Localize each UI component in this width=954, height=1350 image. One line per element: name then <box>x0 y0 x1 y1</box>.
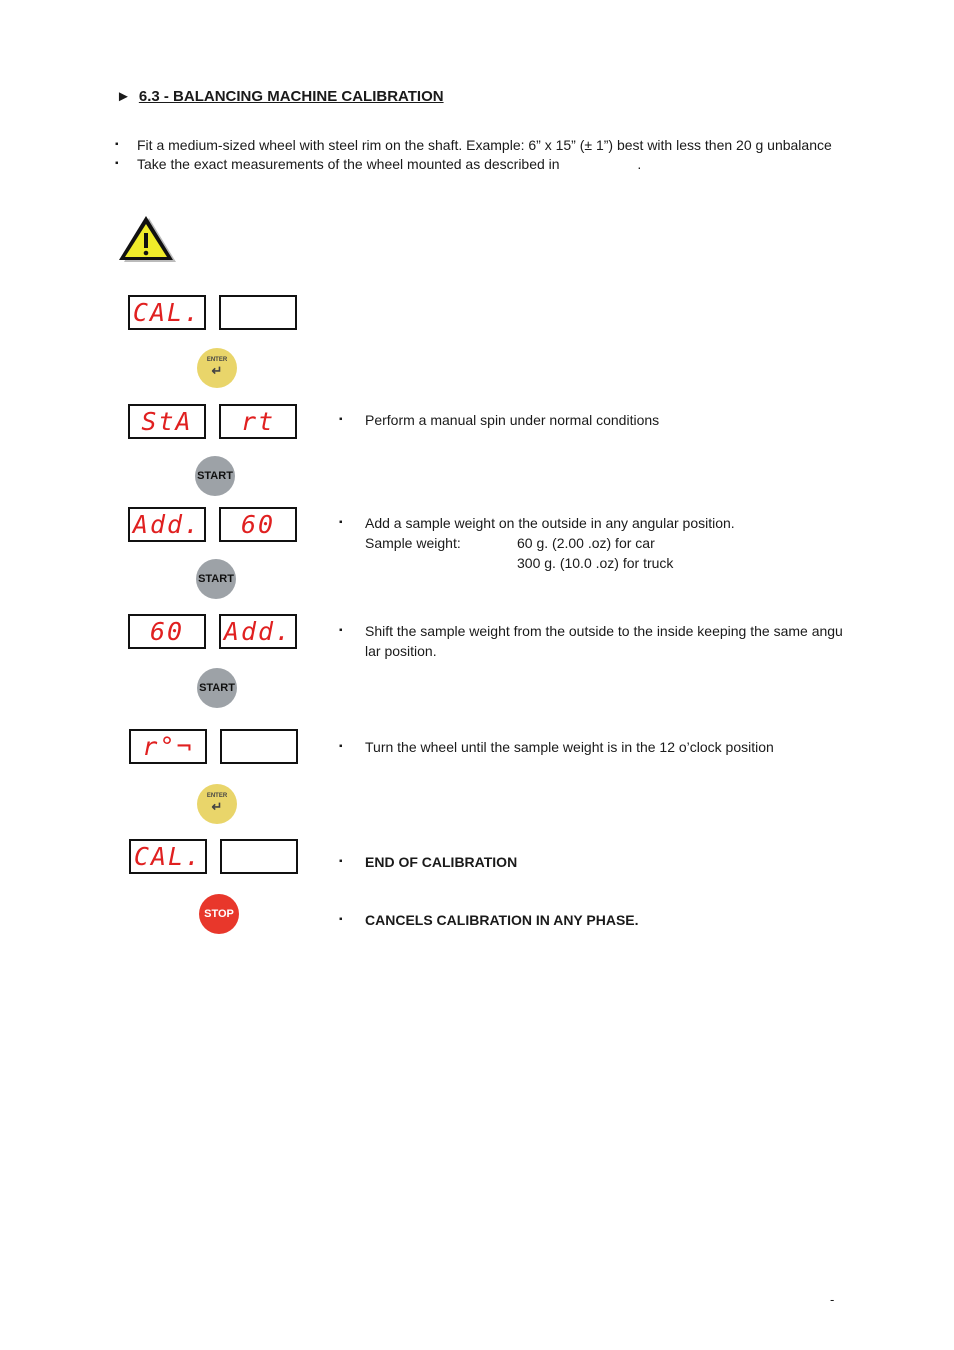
bullet-icon: ▪ <box>339 856 343 867</box>
bullet-icon: ▪ <box>339 741 343 752</box>
step-description: ▪ Turn the wheel until the sample weight … <box>339 737 774 757</box>
sample-label: Sample weight: <box>365 535 461 551</box>
start-button[interactable]: START <box>197 668 237 708</box>
bullet-icon: ▪ <box>339 517 343 528</box>
warning-icon <box>119 216 176 262</box>
display-right: rt <box>219 404 297 439</box>
step-text-cont: lar position. <box>365 643 437 659</box>
page-number: - <box>830 1292 835 1307</box>
step-description: ▪ END OF CALIBRATION <box>339 852 518 872</box>
display-right <box>220 729 298 764</box>
display-right: Add. <box>219 614 297 649</box>
bullet-icon: ▪ <box>339 414 343 425</box>
step-description: ▪ Perform a manual spin under normal cond… <box>339 410 660 430</box>
sample-car: 60 g. (2.00 .oz) for car <box>517 535 655 551</box>
step-text: END OF CALIBRATION <box>365 854 518 870</box>
step-text: Shift the sample weight from the outside… <box>365 623 843 639</box>
display-right <box>220 839 298 874</box>
display-left: 60 <box>128 614 206 649</box>
display-left: Add. <box>128 507 206 542</box>
start-button[interactable]: START <box>196 559 236 599</box>
heading-marker: ► <box>116 88 131 105</box>
intro-text: Take the exact measurements of the wheel… <box>137 156 642 172</box>
sample-truck: 300 g. (10.0 .oz) for truck <box>517 555 674 571</box>
step-description: ▪ CANCELS CALIBRATION IN ANY PHASE. <box>339 910 639 930</box>
display-left: r°¬ <box>129 729 207 764</box>
bullet-icon: ▪ <box>115 139 119 150</box>
step-description: ▪ Shift the sample weight from the outsid… <box>339 621 843 661</box>
display-left: CAL. <box>128 295 206 330</box>
step-text: Perform a manual spin under normal condi… <box>365 412 660 428</box>
display-left: StA <box>128 404 206 439</box>
enter-arrow-icon: ↵ <box>211 363 223 378</box>
heading-title: 6.3 - BALANCING MACHINE CALIBRATION <box>138 88 444 105</box>
step-description: ▪ Add a sample weight on the outside in a… <box>339 513 735 573</box>
intro-bullet-1: ▪ Fit a medium-sized wheel with steel rim… <box>115 137 832 153</box>
enter-button[interactable]: ENTER ↵ <box>197 784 237 824</box>
intro-bullet-2: ▪ Take the exact measurements of the whee… <box>115 156 642 172</box>
intro-text: Fit a medium-sized wheel with steel rim … <box>137 137 832 153</box>
display-right: 60 <box>219 507 297 542</box>
bullet-icon: ▪ <box>115 158 119 169</box>
display-right <box>219 295 297 330</box>
enter-arrow-icon: ↵ <box>211 799 223 814</box>
start-button[interactable]: START <box>195 456 235 496</box>
step-text: Add a sample weight on the outside in an… <box>365 515 735 531</box>
step-text: CANCELS CALIBRATION IN ANY PHASE. <box>365 912 639 928</box>
step-text: Turn the wheel until the sample weight i… <box>365 739 774 755</box>
display-left: CAL. <box>129 839 207 874</box>
stop-button[interactable]: STOP <box>199 894 239 934</box>
bullet-icon: ▪ <box>339 625 343 636</box>
bullet-icon: ▪ <box>339 914 343 925</box>
enter-button[interactable]: ENTER ↵ <box>197 348 237 388</box>
page: ► 6.3 - BALANCING MACHINE CALIBRATION ▪ Fi… <box>0 0 954 1350</box>
section-heading: ► 6.3 - BALANCING MACHINE CALIBRATION <box>116 88 444 105</box>
